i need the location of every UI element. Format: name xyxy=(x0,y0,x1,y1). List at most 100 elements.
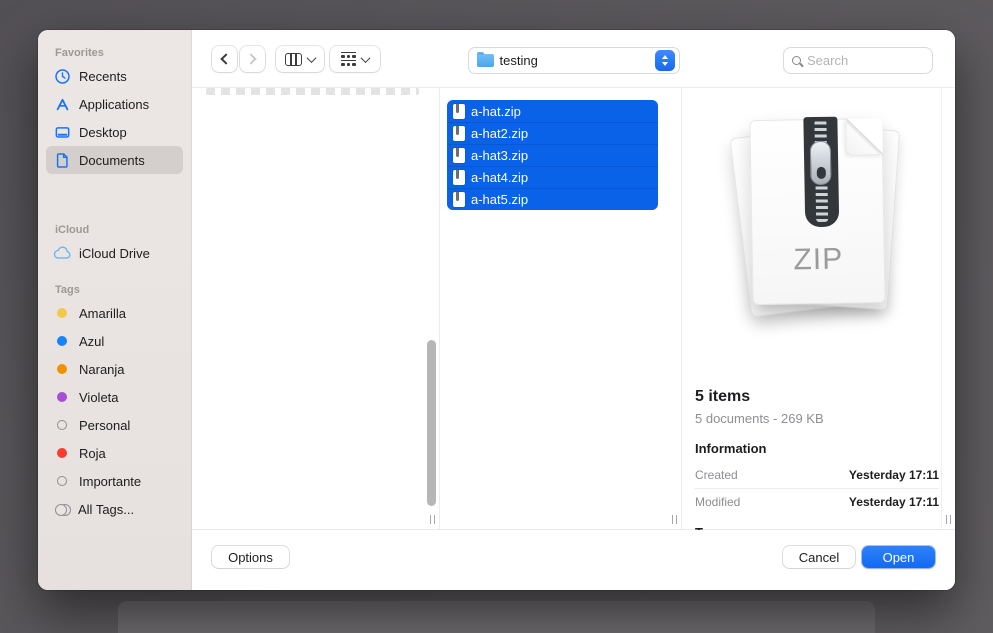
meta-label: Created xyxy=(695,468,738,482)
sidebar-item-label: Applications xyxy=(79,97,149,112)
dialog-footer: Options Cancel Open xyxy=(192,530,955,590)
search-field[interactable] xyxy=(783,47,933,74)
cancel-button[interactable]: Cancel xyxy=(783,546,855,568)
column-resize-handle[interactable] xyxy=(430,515,436,524)
meta-row-created: Created Yesterday 17:11 xyxy=(695,462,939,489)
zip-archive-preview-icon: ZIP xyxy=(734,114,904,352)
sidebar-item-icloud-drive[interactable]: iCloud Drive xyxy=(46,239,183,267)
file-browser-columns: a-hat.zip a-hat2.zip a-hat3.zip a-hat4.z… xyxy=(192,88,955,530)
sidebar-tag-violeta[interactable]: Violeta xyxy=(46,383,183,411)
tag-label: Violeta xyxy=(79,390,119,405)
selection-summary: 5 documents - 269 KB xyxy=(695,411,939,426)
tag-label: Azul xyxy=(79,334,104,349)
search-input[interactable] xyxy=(807,53,924,68)
sidebar-item-label: Desktop xyxy=(79,125,127,140)
toolbar: testing xyxy=(192,30,955,88)
columns-view-icon xyxy=(285,53,302,66)
zip-file-icon xyxy=(453,170,465,185)
group-by-button[interactable] xyxy=(330,46,380,72)
chevron-right-icon xyxy=(245,53,256,64)
zip-badge-label: ZIP xyxy=(752,242,884,278)
sidebar-tag-azul[interactable]: Azul xyxy=(46,327,183,355)
folder-icon xyxy=(477,54,494,67)
browser-column-documents[interactable] xyxy=(192,88,440,529)
sidebar-item-applications[interactable]: Applications xyxy=(46,90,183,118)
zip-file-icon xyxy=(453,148,465,163)
open-file-dialog: Favorites Recents Applications Desktop D… xyxy=(38,30,955,590)
vertical-scrollbar[interactable] xyxy=(427,340,436,506)
sidebar-tag-importante[interactable]: Importante xyxy=(46,467,183,495)
page-fold-corner xyxy=(846,118,883,155)
sidebar-item-all-tags[interactable]: All Tags... xyxy=(46,495,183,523)
chevron-up-icon xyxy=(662,55,668,59)
selected-file-list: a-hat.zip a-hat2.zip a-hat3.zip a-hat4.z… xyxy=(447,100,658,210)
file-name: a-hat5.zip xyxy=(471,192,528,207)
file-row[interactable]: a-hat5.zip xyxy=(447,188,658,210)
popup-stepper-icon[interactable] xyxy=(655,50,675,71)
location-popup-button[interactable]: testing xyxy=(468,47,680,74)
open-button[interactable]: Open xyxy=(862,546,935,568)
file-name: a-hat4.zip xyxy=(471,170,528,185)
sidebar-tag-naranja[interactable]: Naranja xyxy=(46,355,183,383)
back-button[interactable] xyxy=(212,46,237,72)
sidebar-item-recents[interactable]: Recents xyxy=(46,62,183,90)
tag-dot-hollow-icon xyxy=(57,420,67,430)
tag-label: Amarilla xyxy=(79,306,126,321)
tag-label: Personal xyxy=(79,418,130,433)
sidebar: Favorites Recents Applications Desktop D… xyxy=(38,30,192,590)
sidebar-item-documents[interactable]: Documents xyxy=(46,146,183,174)
sidebar-tag-roja[interactable]: Roja xyxy=(46,439,183,467)
document-icon xyxy=(54,152,71,169)
tag-dot-purple-icon xyxy=(57,392,67,402)
file-row[interactable]: a-hat3.zip xyxy=(447,144,658,166)
sidebar-section-tags-title: Tags xyxy=(55,284,191,296)
tag-dot-yellow-icon xyxy=(57,308,67,318)
tag-label: All Tags... xyxy=(78,502,134,517)
tag-dot-red-icon xyxy=(57,448,67,458)
meta-value: Yesterday 17:11 xyxy=(849,468,939,482)
zip-file-icon xyxy=(453,104,465,119)
clock-icon xyxy=(54,68,71,85)
meta-label: Modified xyxy=(695,495,740,509)
zipper-icon xyxy=(803,117,839,228)
tag-label: Importante xyxy=(79,474,141,489)
sidebar-item-label: Recents xyxy=(79,69,127,84)
meta-row-modified: Modified Yesterday 17:11 xyxy=(695,489,939,515)
file-row[interactable]: a-hat4.zip xyxy=(447,166,658,188)
sidebar-tag-personal[interactable]: Personal xyxy=(46,411,183,439)
applications-icon xyxy=(54,96,71,113)
column-view-button[interactable] xyxy=(276,46,324,72)
sidebar-tag-amarilla[interactable]: Amarilla xyxy=(46,299,183,327)
forward-button[interactable] xyxy=(240,46,265,72)
column-resize-handle[interactable] xyxy=(672,515,678,524)
search-icon xyxy=(792,56,801,65)
chevron-down-icon xyxy=(360,53,370,63)
column-resize-handle[interactable] xyxy=(946,515,952,524)
options-button[interactable]: Options xyxy=(212,546,289,568)
tag-dot-blue-icon xyxy=(57,336,67,346)
chevron-down-icon xyxy=(662,62,668,66)
zip-file-icon xyxy=(453,192,465,207)
background-window-edge xyxy=(118,601,875,633)
all-tags-icon xyxy=(55,504,70,515)
sidebar-item-label: Documents xyxy=(79,153,145,168)
current-folder-label: testing xyxy=(500,53,655,68)
sidebar-item-desktop[interactable]: Desktop xyxy=(46,118,183,146)
file-name: a-hat.zip xyxy=(471,104,521,119)
tag-dot-hollow-icon xyxy=(57,476,67,486)
zip-file-icon xyxy=(453,126,465,141)
tag-label: Roja xyxy=(79,446,106,461)
sidebar-item-label: iCloud Drive xyxy=(79,246,150,261)
browser-column-testing[interactable]: a-hat.zip a-hat2.zip a-hat3.zip a-hat4.z… xyxy=(440,88,682,529)
desktop-icon xyxy=(54,124,71,141)
selection-count: 5 items xyxy=(695,388,939,406)
grouping-icon xyxy=(341,52,355,66)
chevron-left-icon xyxy=(220,53,231,64)
clipped-list-row xyxy=(206,88,419,95)
file-row[interactable]: a-hat2.zip xyxy=(447,122,658,144)
file-row[interactable]: a-hat.zip xyxy=(447,100,658,122)
information-heading: Information xyxy=(695,441,939,456)
main-panel: testing a-hat. xyxy=(192,30,955,590)
meta-value: Yesterday 17:11 xyxy=(849,495,939,509)
tag-label: Naranja xyxy=(79,362,125,377)
